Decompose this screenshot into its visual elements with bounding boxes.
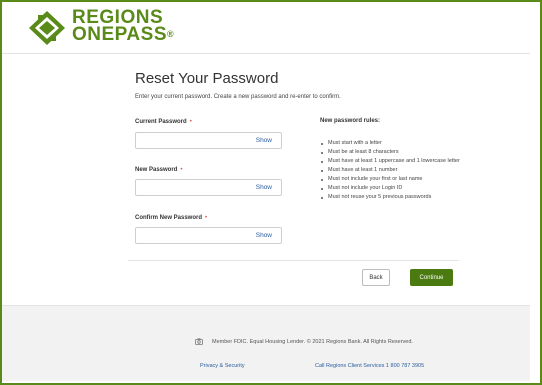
confirm-password-label-text: Confirm New Password — [135, 215, 203, 221]
show-current-password-button[interactable]: Show — [256, 137, 272, 144]
page-footer: Member FDIC. Equal Housing Lender. © 202… — [2, 305, 530, 381]
confirm-password-field[interactable]: Show — [135, 227, 282, 244]
member-fdic-text: Member FDIC. Equal Housing Lender. © 202… — [212, 339, 413, 345]
back-button[interactable]: Back — [362, 269, 390, 286]
required-marker: • — [205, 215, 208, 221]
brand-line-2: ONEPASS — [72, 24, 168, 45]
show-new-password-button[interactable]: Show — [256, 184, 272, 191]
current-password-field[interactable]: Show — [135, 132, 282, 149]
password-rule: Must have at least 1 uppercase and 1 low… — [320, 157, 460, 166]
password-rule: Must be at least 8 characters — [320, 148, 460, 157]
regions-logo-icon — [29, 11, 65, 45]
client-services-link[interactable]: Call Regions Client Services 1 800 787 3… — [315, 363, 424, 369]
new-password-field[interactable]: Show — [135, 179, 282, 196]
required-marker: • — [189, 119, 192, 125]
current-password-label: Current Password • — [135, 119, 192, 125]
password-rule: Must not include your Login ID — [320, 184, 460, 193]
page-subtitle: Enter your current password. Create a ne… — [135, 94, 341, 100]
password-rule: Must start with a letter — [320, 139, 460, 148]
password-rules-title: New password rules: — [320, 118, 381, 124]
form-divider — [128, 260, 459, 261]
reset-password-panel: Reset Your Password Enter your current p… — [2, 55, 530, 305]
password-rule: Must not include your first or last name — [320, 175, 460, 184]
registered-mark: ® — [167, 29, 175, 39]
password-rule: Must not reuse your 5 previous passwords — [320, 193, 460, 202]
required-marker: • — [180, 167, 183, 173]
show-confirm-password-button[interactable]: Show — [256, 232, 272, 239]
page-header: REGIONS ONEPASS® — [2, 2, 530, 54]
privacy-security-link[interactable]: Privacy & Security — [200, 363, 245, 369]
continue-button[interactable]: Continue — [410, 269, 453, 286]
password-rule: Must have at least 1 number — [320, 166, 460, 175]
page-title: Reset Your Password — [135, 70, 279, 87]
camera-icon — [195, 338, 203, 345]
new-password-label: New Password • — [135, 167, 182, 173]
confirm-password-label: Confirm New Password • — [135, 215, 207, 221]
brand-name: REGIONS ONEPASS® — [72, 8, 175, 45]
new-password-label-text: New Password — [135, 167, 178, 173]
password-rules-list: Must start with a letter Must be at leas… — [320, 139, 460, 202]
current-password-label-text: Current Password — [135, 119, 187, 125]
